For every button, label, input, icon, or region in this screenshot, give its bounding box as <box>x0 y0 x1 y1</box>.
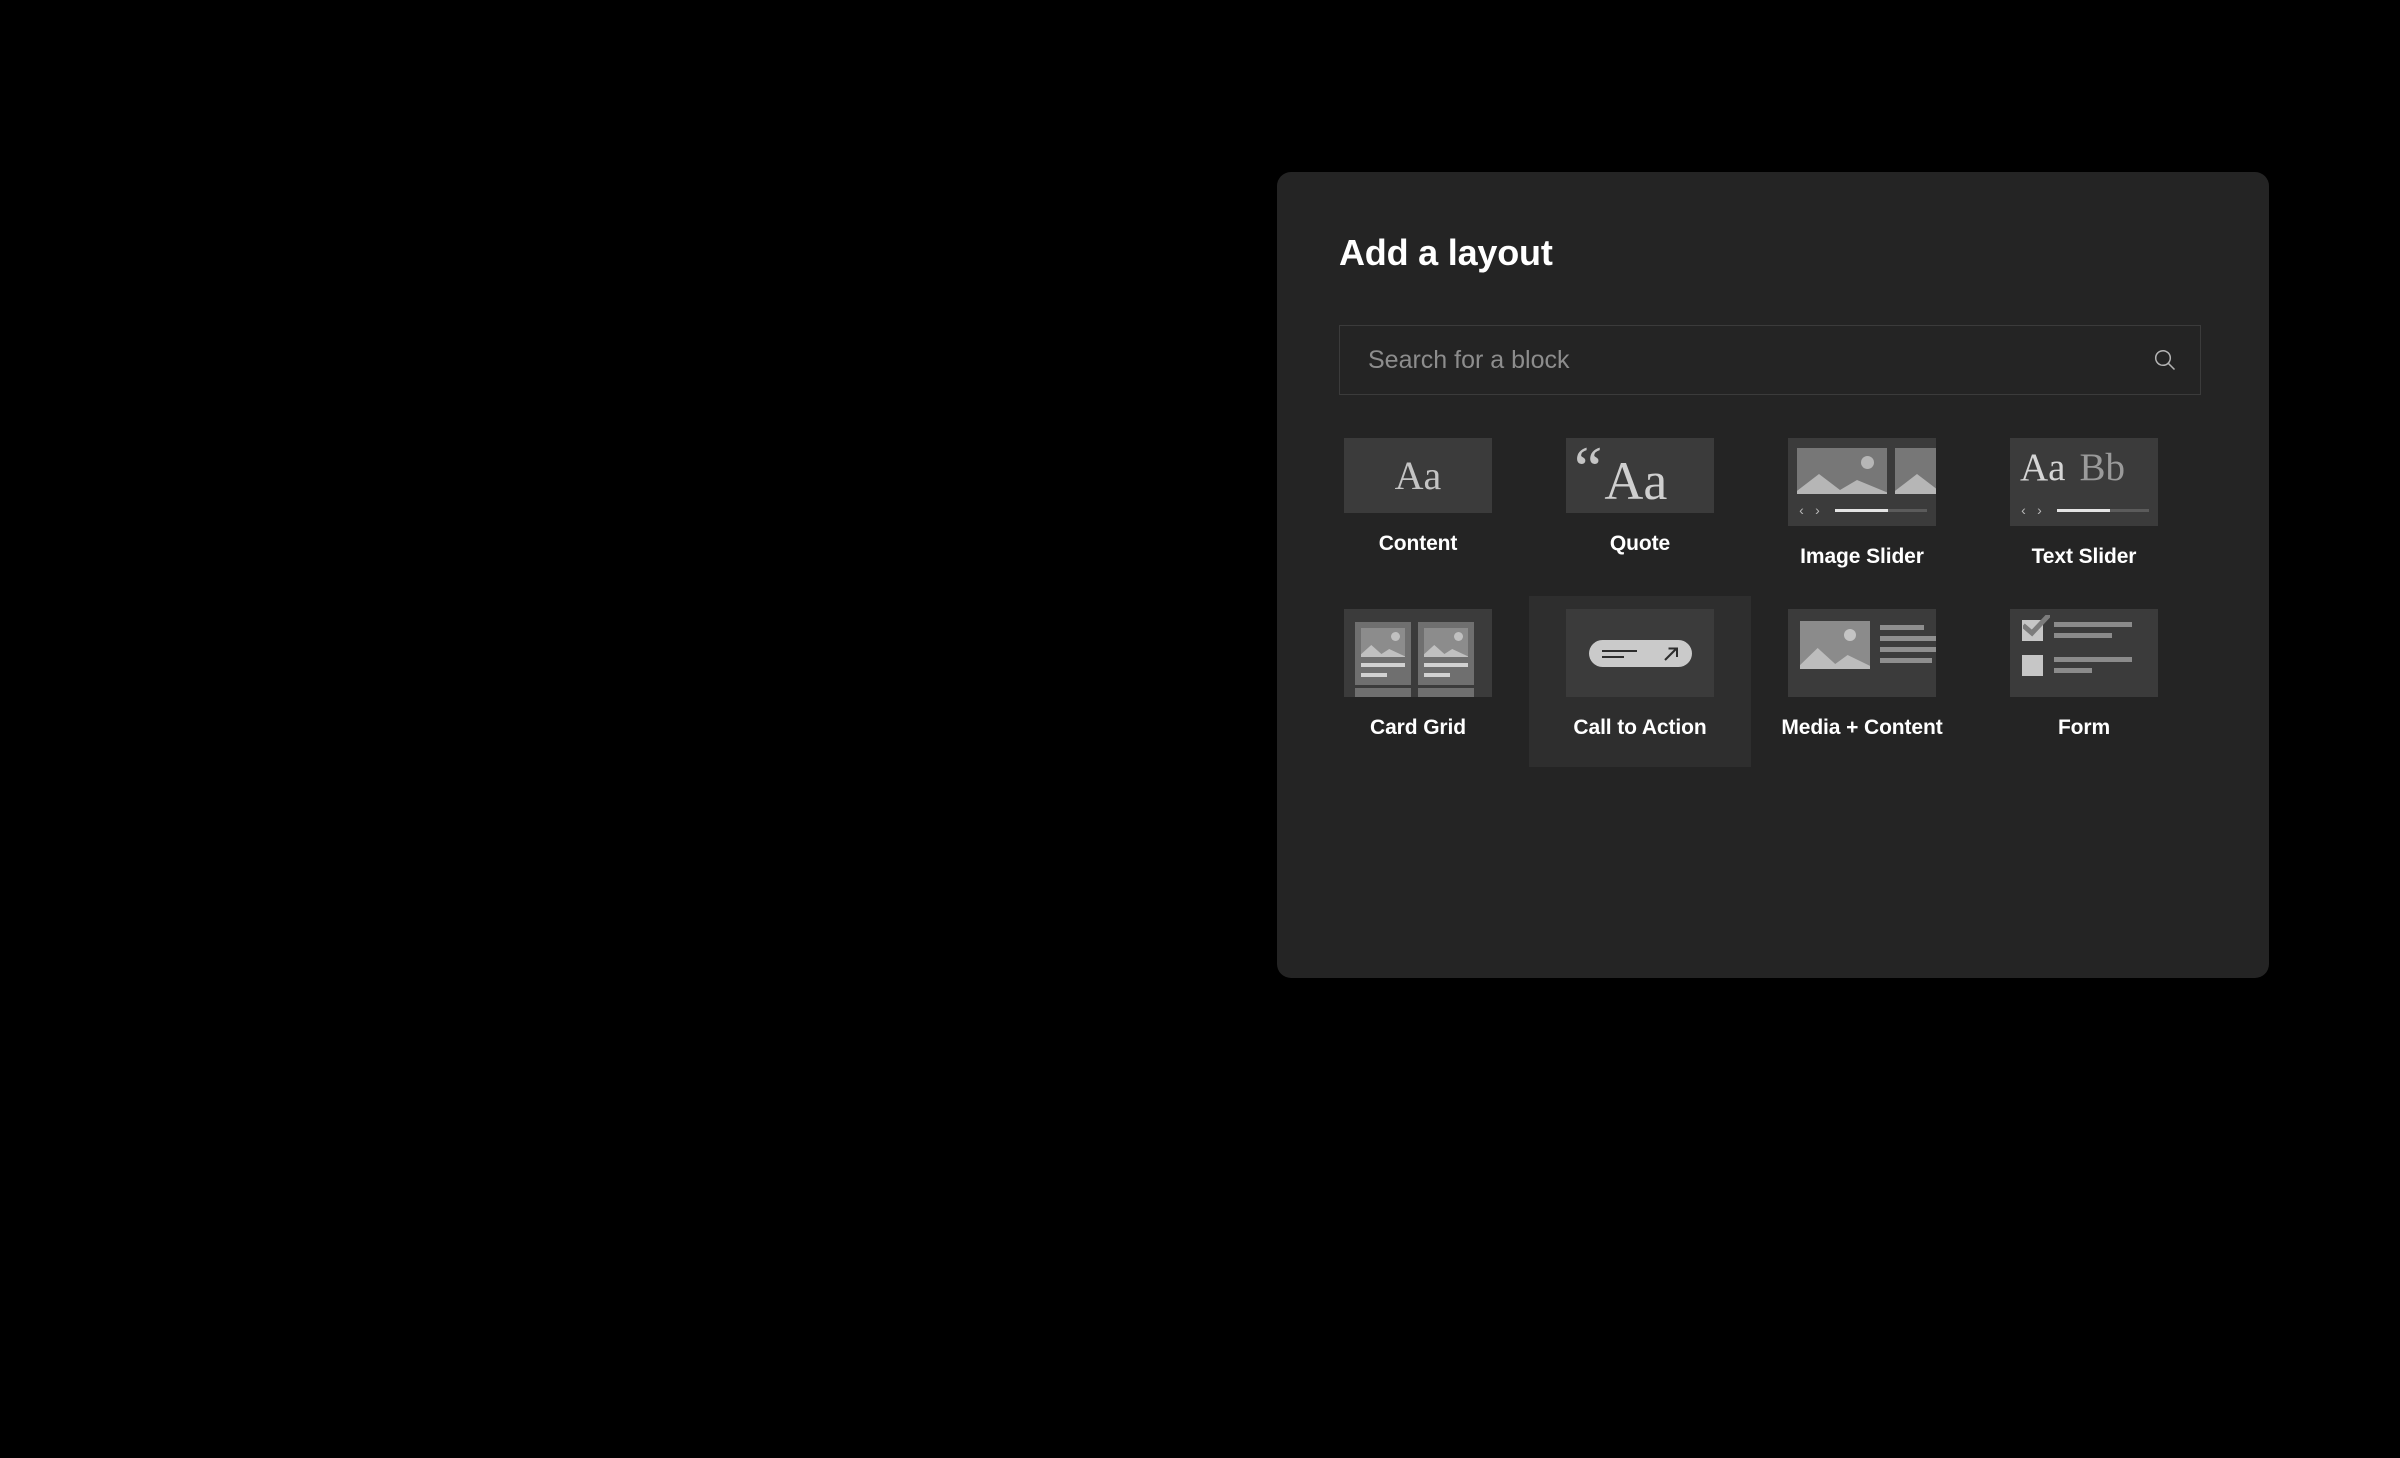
search-icon[interactable] <box>2130 326 2200 394</box>
form-thumbnail <box>2010 609 2158 697</box>
block-grid-row: Aa Content “ Aa Quote ‹ › Image Slider A… <box>1307 425 2237 596</box>
card-placeholder-icon <box>1418 622 1474 685</box>
page-title: Add a layout <box>1339 232 1553 273</box>
slider-progress-track <box>2057 508 2149 512</box>
content-sample-text: Aa <box>1394 452 1442 498</box>
call-to-action-thumbnail <box>1566 609 1714 697</box>
add-a-layout-panel: Add a layout Aa Content “ <box>1277 172 2269 978</box>
content-thumbnail: Aa <box>1344 438 1492 513</box>
chevron-right-icon: › <box>2037 502 2042 518</box>
block-label: Call to Action <box>1573 716 1707 739</box>
card-placeholder-icon <box>1355 688 1411 697</box>
card-placeholder-icon <box>1418 688 1474 697</box>
media-content-thumbnail <box>1788 609 1936 697</box>
quote-sample-text: Aa <box>1604 450 1668 511</box>
image-placeholder-icon <box>1800 621 1870 669</box>
block-tile-image-slider[interactable]: ‹ › Image Slider <box>1751 425 1973 596</box>
text-slider-thumbnail: Aa Bb ‹ › <box>2010 438 2158 526</box>
chevron-left-icon: ‹ <box>1799 502 1804 518</box>
block-label: Content <box>1378 532 1458 555</box>
slider-progress-track <box>1835 508 1927 512</box>
chevron-left-icon: ‹ <box>2021 502 2026 518</box>
block-grid: Aa Content “ Aa Quote ‹ › Image Slider A… <box>1307 425 2237 767</box>
block-label: Media + Content <box>1781 716 1943 739</box>
block-tile-card-grid[interactable]: Card Grid <box>1307 596 1529 767</box>
chevron-right-icon: › <box>1815 502 1820 518</box>
text-slider-sample-a: Aa <box>2020 446 2066 489</box>
block-tile-content[interactable]: Aa Content <box>1307 425 1529 583</box>
block-label: Quote <box>1609 532 1671 555</box>
search-field[interactable] <box>1339 325 2201 395</box>
checkbox-unchecked-icon <box>2022 655 2043 676</box>
image-placeholder-icon <box>1797 448 1887 494</box>
image-placeholder-icon <box>1895 448 1936 494</box>
quote-mark-icon: “ <box>1574 438 1603 504</box>
card-grid-thumbnail <box>1344 609 1492 697</box>
search-input[interactable] <box>1340 326 2130 394</box>
block-label: Card Grid <box>1370 716 1466 739</box>
card-placeholder-icon <box>1355 622 1411 685</box>
block-label: Form <box>2057 716 2111 739</box>
image-slider-thumbnail: ‹ › <box>1788 438 1936 526</box>
slider-progress-fill <box>2057 508 2111 512</box>
text-slider-sample-b: Bb <box>2079 446 2125 489</box>
cta-button-icon <box>1588 639 1692 667</box>
slider-progress-fill <box>1835 508 1889 512</box>
quote-thumbnail: “ Aa <box>1566 438 1714 513</box>
block-tile-text-slider[interactable]: Aa Bb ‹ › Text Slider <box>1973 425 2195 596</box>
checkbox-checked-icon <box>2022 615 2050 641</box>
block-label: Text Slider <box>2031 545 2137 568</box>
block-tile-call-to-action[interactable]: Call to Action <box>1529 596 1751 767</box>
block-label: Image Slider <box>1800 545 1924 568</box>
block-tile-form[interactable]: Form <box>1973 596 2195 767</box>
block-tile-media-content[interactable]: Media + Content <box>1751 596 1973 767</box>
block-grid-row: Card Grid Call to Action Media + Content… <box>1307 596 2237 767</box>
block-tile-quote[interactable]: “ Aa Quote <box>1529 425 1751 583</box>
